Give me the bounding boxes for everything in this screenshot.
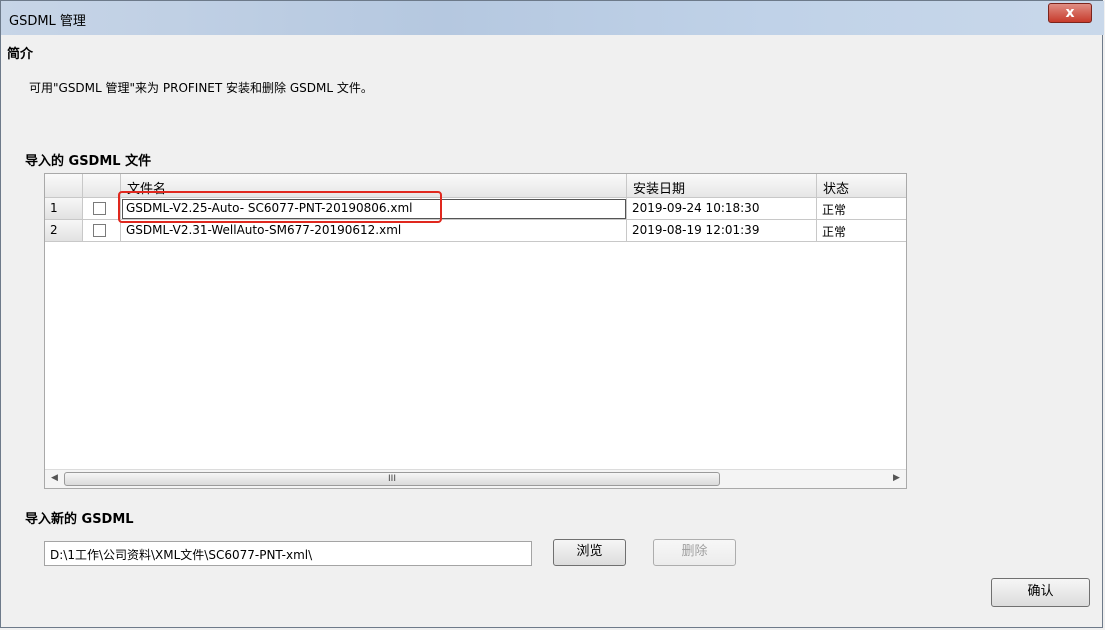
title-bar: GSDML 管理 x: [1, 1, 1104, 35]
import-new-heading: 导入新的 GSDML: [25, 512, 134, 527]
row-checkbox[interactable]: [93, 224, 106, 237]
close-button[interactable]: x: [1048, 3, 1092, 23]
confirm-button[interactable]: 确认: [991, 578, 1090, 607]
row-status: 正常: [817, 198, 906, 220]
browse-button[interactable]: 浏览: [553, 539, 626, 566]
intro-heading: 简介: [7, 47, 34, 62]
gsdml-path-input[interactable]: D:\1工作\公司资料\XML文件\SC6077-PNT-xml\: [44, 541, 532, 566]
row-checkbox[interactable]: [93, 202, 106, 215]
window-title: GSDML 管理: [9, 14, 86, 29]
table-row[interactable]: 2 GSDML-V2.31-WellAuto-SM677-20190612.xm…: [45, 220, 906, 242]
header-index: [45, 174, 83, 198]
gsdml-dialog: GSDML 管理 x 简介 可用"GSDML 管理"来为 PROFINET 安装…: [0, 0, 1104, 628]
row-index: 1: [45, 198, 83, 220]
row-checkbox-cell: [83, 220, 121, 242]
delete-button[interactable]: 删除: [653, 539, 736, 566]
row-checkbox-cell: [83, 198, 121, 220]
imported-files-heading: 导入的 GSDML 文件: [25, 154, 152, 169]
header-checkbox: [83, 174, 121, 198]
row-install-date: 2019-09-24 10:18:30: [627, 198, 817, 220]
header-install-date[interactable]: 安装日期: [627, 174, 817, 198]
intro-text: 可用"GSDML 管理"来为 PROFINET 安装和删除 GSDML 文件。: [29, 81, 373, 95]
scroll-right-icon[interactable]: ▶: [893, 473, 900, 483]
row-index: 2: [45, 220, 83, 242]
scroll-thumb[interactable]: III: [64, 472, 720, 486]
close-icon: x: [1065, 5, 1075, 21]
annotation-highlight-box: [118, 191, 442, 223]
row-install-date: 2019-08-19 12:01:39: [627, 220, 817, 242]
scroll-left-icon[interactable]: ◀: [51, 473, 58, 483]
row-filename[interactable]: GSDML-V2.31-WellAuto-SM677-20190612.xml: [121, 220, 627, 242]
header-status[interactable]: 状态: [817, 174, 906, 198]
horizontal-scrollbar[interactable]: ◀ III ▶: [45, 469, 906, 488]
row-status: 正常: [817, 220, 906, 242]
